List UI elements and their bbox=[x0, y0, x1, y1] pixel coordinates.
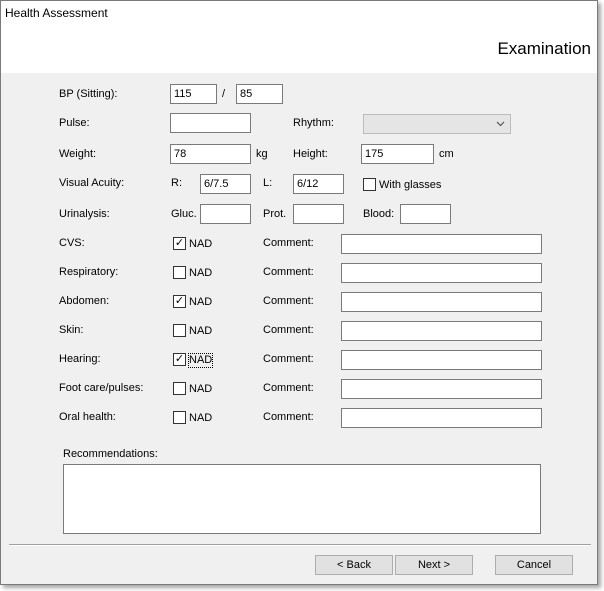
comment-field[interactable] bbox=[341, 263, 542, 283]
chevron-down-icon bbox=[496, 119, 505, 130]
comment-field[interactable] bbox=[341, 350, 542, 370]
system-label: CVS: bbox=[59, 237, 85, 249]
comment-label: Comment: bbox=[263, 353, 314, 365]
prot-field[interactable] bbox=[293, 204, 344, 224]
comment-label: Comment: bbox=[263, 237, 314, 249]
visual-acuity-label: Visual Acuity: bbox=[59, 177, 125, 189]
height-unit: cm bbox=[439, 148, 454, 160]
nad-label[interactable]: NAD bbox=[187, 353, 214, 368]
checkmark-icon: ✓ bbox=[174, 295, 185, 307]
nad-label[interactable]: NAD bbox=[189, 412, 212, 425]
weight-field[interactable]: 78 bbox=[170, 144, 251, 164]
visual-acuity-l-label: L: bbox=[263, 177, 273, 189]
bp-diastolic-field[interactable]: 85 bbox=[236, 84, 283, 104]
nad-checkbox[interactable]: ✓ bbox=[173, 353, 186, 366]
comment-field[interactable] bbox=[341, 234, 542, 254]
system-label: Respiratory: bbox=[59, 266, 119, 278]
nad-checkbox[interactable] bbox=[173, 382, 186, 395]
checkmark-icon: ✓ bbox=[174, 353, 185, 365]
health-assessment-window: Health Assessment Examination BP (Sittin… bbox=[0, 0, 598, 585]
nad-label[interactable]: NAD bbox=[189, 383, 212, 396]
nad-label[interactable]: NAD bbox=[189, 238, 212, 251]
rhythm-label: Rhythm: bbox=[293, 117, 334, 129]
nad-checkbox[interactable] bbox=[173, 411, 186, 424]
blood-field[interactable] bbox=[400, 204, 451, 224]
comment-label: Comment: bbox=[263, 266, 314, 278]
bp-separator: / bbox=[222, 88, 226, 100]
height-label: Height: bbox=[293, 148, 328, 160]
cancel-button[interactable]: Cancel bbox=[495, 555, 573, 575]
bp-systolic-field[interactable]: 115 bbox=[170, 84, 217, 104]
comment-field[interactable] bbox=[341, 379, 542, 399]
system-label: Oral health: bbox=[59, 411, 116, 423]
nad-checkbox[interactable] bbox=[173, 266, 186, 279]
gluc-label: Gluc. bbox=[171, 208, 197, 220]
weight-unit: kg bbox=[256, 148, 268, 160]
nad-label[interactable]: NAD bbox=[189, 267, 212, 280]
visual-acuity-r-label: R: bbox=[171, 177, 182, 189]
comment-label: Comment: bbox=[263, 295, 314, 307]
pulse-field[interactable] bbox=[170, 113, 251, 133]
comment-label: Comment: bbox=[263, 382, 314, 394]
system-label: Abdomen: bbox=[59, 295, 110, 307]
nad-checkbox[interactable]: ✓ bbox=[173, 295, 186, 308]
footer-divider bbox=[9, 544, 591, 546]
next-button[interactable]: Next > bbox=[395, 555, 473, 575]
nad-label[interactable]: NAD bbox=[189, 325, 212, 338]
with-glasses-checkbox[interactable] bbox=[363, 178, 376, 191]
checkmark-icon: ✓ bbox=[174, 237, 185, 249]
prot-label: Prot. bbox=[263, 208, 287, 220]
system-label: Foot care/pulses: bbox=[59, 382, 144, 394]
visual-acuity-l-field[interactable]: 6/12 bbox=[293, 174, 344, 194]
nad-checkbox[interactable]: ✓ bbox=[173, 237, 186, 250]
pulse-label: Pulse: bbox=[59, 117, 90, 129]
urinalysis-label: Urinalysis: bbox=[59, 208, 110, 220]
comment-field[interactable] bbox=[341, 292, 542, 312]
with-glasses-label[interactable]: With glasses bbox=[379, 179, 441, 192]
comment-field[interactable] bbox=[341, 408, 542, 428]
nad-label[interactable]: NAD bbox=[189, 296, 212, 309]
window-title: Health Assessment bbox=[5, 6, 108, 20]
recommendations-label: Recommendations: bbox=[63, 448, 158, 460]
back-button[interactable]: < Back bbox=[315, 555, 393, 575]
blood-label: Blood: bbox=[363, 208, 395, 220]
page-title: Examination bbox=[497, 39, 591, 58]
weight-label: Weight: bbox=[59, 148, 97, 160]
comment-label: Comment: bbox=[263, 411, 314, 423]
recommendations-textarea[interactable] bbox=[63, 464, 541, 534]
rhythm-select[interactable] bbox=[363, 114, 511, 134]
title-bar: Health Assessment bbox=[1, 1, 597, 23]
system-label: Hearing: bbox=[59, 353, 101, 365]
system-label: Skin: bbox=[59, 324, 84, 336]
comment-label: Comment: bbox=[263, 324, 314, 336]
nad-checkbox[interactable] bbox=[173, 324, 186, 337]
gluc-field[interactable] bbox=[200, 204, 251, 224]
height-field[interactable]: 175 bbox=[361, 144, 434, 164]
comment-field[interactable] bbox=[341, 321, 542, 341]
header-panel: Examination bbox=[1, 23, 597, 73]
visual-acuity-r-field[interactable]: 6/7.5 bbox=[200, 174, 251, 194]
bp-label: BP (Sitting): bbox=[59, 88, 118, 100]
